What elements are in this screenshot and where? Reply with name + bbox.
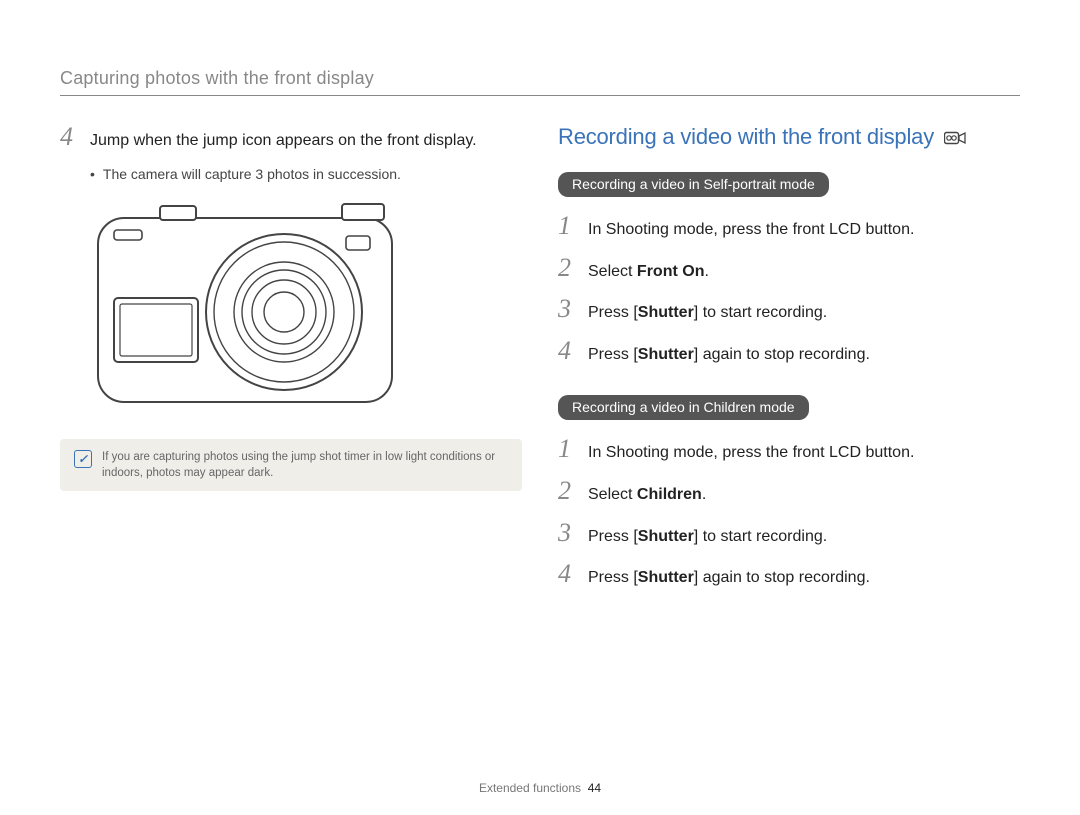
substep-bullet: The camera will capture 3 photos in succ… [90, 166, 522, 182]
step-text: Select Front On. [588, 261, 709, 283]
step-text: Press [Shutter] to start recording. [588, 526, 827, 548]
step-number: 4 [558, 338, 578, 364]
step-4: 4 Jump when the jump icon appears on the… [60, 124, 522, 152]
step-number: 2 [558, 478, 578, 504]
content-columns: 4 Jump when the jump icon appears on the… [60, 124, 1020, 603]
bold: Children [637, 486, 702, 503]
t: Press [ [588, 528, 638, 545]
step-a3: 3 Press [Shutter] to start recording. [558, 296, 1020, 324]
running-header: Capturing photos with the front display [60, 68, 1020, 96]
step-number: 3 [558, 520, 578, 546]
step-b4: 4 Press [Shutter] again to stop recordin… [558, 561, 1020, 589]
step-number: 3 [558, 296, 578, 322]
header-title: Capturing photos with the front display [60, 68, 1020, 89]
step-text: Press [Shutter] again to stop recording. [588, 567, 870, 589]
header-rule [60, 95, 1020, 96]
video-icon [944, 131, 962, 143]
t: ] again to stop recording. [694, 346, 870, 363]
step-number: 4 [60, 124, 80, 150]
t: ] to start recording. [694, 528, 827, 545]
footer: Extended functions 44 [0, 781, 1080, 795]
step-b3: 3 Press [Shutter] to start recording. [558, 520, 1020, 548]
t: ] to start recording. [694, 304, 827, 321]
step-text: In Shooting mode, press the front LCD bu… [588, 219, 914, 241]
substep-text: The camera will capture 3 photos in succ… [103, 166, 401, 182]
step-text: Press [Shutter] to start recording. [588, 302, 827, 324]
step-number: 1 [558, 213, 578, 239]
camera-illustration [90, 200, 522, 415]
t: Select [588, 263, 637, 280]
step-b2: 2 Select Children. [558, 478, 1020, 506]
t: . [704, 263, 708, 280]
step-number: 1 [558, 436, 578, 462]
step-a1: 1 In Shooting mode, press the front LCD … [558, 213, 1020, 241]
footer-label: Extended functions [479, 781, 581, 795]
step-a4: 4 Press [Shutter] again to stop recordin… [558, 338, 1020, 366]
pill-self-portrait: Recording a video in Self-portrait mode [558, 172, 829, 197]
note-icon: ✓ [74, 450, 92, 468]
bold: Shutter [638, 569, 694, 586]
t: . [702, 486, 706, 503]
note-box: ✓ If you are capturing photos using the … [60, 439, 522, 491]
step-text: Select Children. [588, 484, 706, 506]
t: Select [588, 486, 637, 503]
bold: Front On [637, 263, 705, 280]
section-heading-text: Recording a video with the front display [558, 124, 934, 150]
bold: Shutter [638, 346, 694, 363]
section-heading: Recording a video with the front display [558, 124, 1020, 150]
page: Capturing photos with the front display … [0, 0, 1080, 815]
step-b1: 1 In Shooting mode, press the front LCD … [558, 436, 1020, 464]
step-a2: 2 Select Front On. [558, 255, 1020, 283]
bold: Shutter [638, 528, 694, 545]
step-text: In Shooting mode, press the front LCD bu… [588, 442, 914, 464]
note-text: If you are capturing photos using the ju… [102, 449, 508, 481]
t: Press [ [588, 569, 638, 586]
step-text: Jump when the jump icon appears on the f… [90, 130, 477, 152]
step-number: 2 [558, 255, 578, 281]
footer-page-number: 44 [588, 781, 601, 795]
t: Press [ [588, 346, 638, 363]
t: Press [ [588, 304, 638, 321]
left-column: 4 Jump when the jump icon appears on the… [60, 124, 522, 603]
step-text: Press [Shutter] again to stop recording. [588, 344, 870, 366]
camera-svg [90, 200, 400, 410]
step-number: 4 [558, 561, 578, 587]
t: ] again to stop recording. [694, 569, 870, 586]
right-column: Recording a video with the front display… [558, 124, 1020, 603]
pill-children: Recording a video in Children mode [558, 395, 809, 420]
bold: Shutter [638, 304, 694, 321]
